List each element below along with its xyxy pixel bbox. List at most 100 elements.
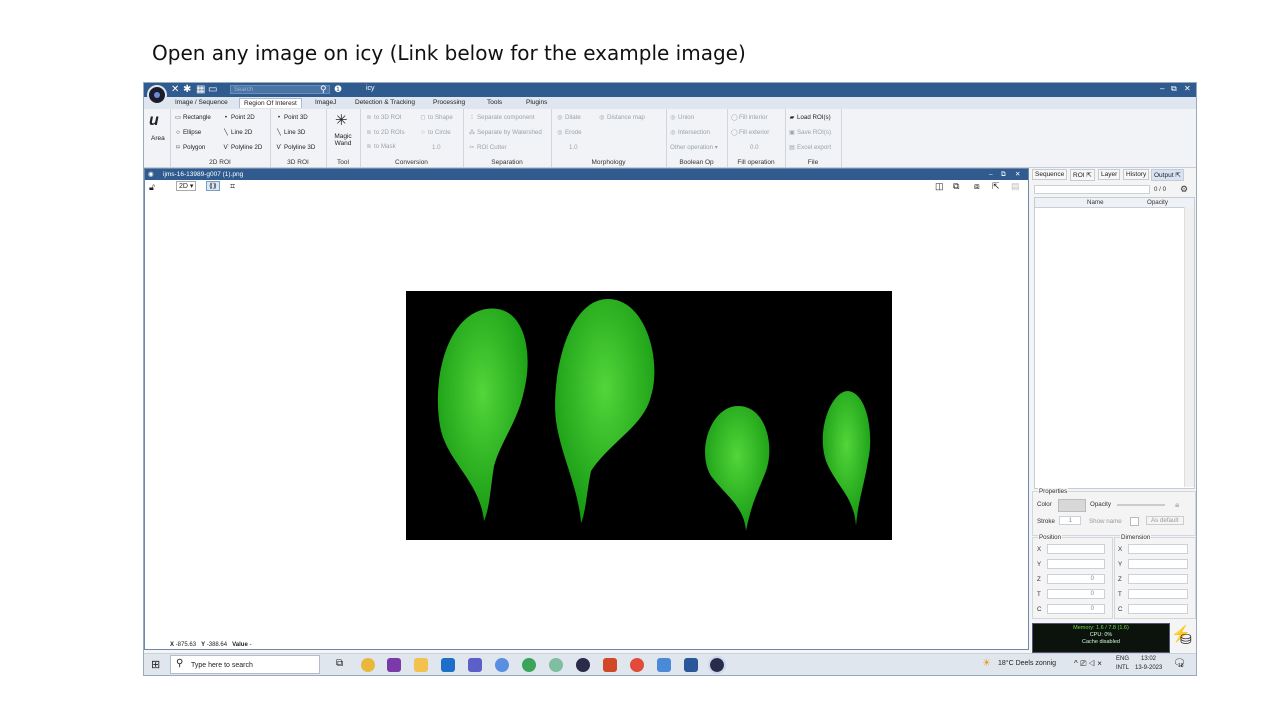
to-2d-rois-button[interactable]: ≋ to 2D ROIs [366, 129, 404, 136]
fill-exterior-button[interactable]: ◯Fill exterior [731, 129, 769, 136]
point2d-button[interactable]: • Point 2D [223, 114, 255, 121]
save-rois-button[interactable]: ▣ Save ROI(s) [789, 129, 831, 136]
roi-filter-input[interactable] [1034, 185, 1150, 194]
screenshot-icon[interactable]: ◫ [935, 181, 944, 192]
tab-processing[interactable]: Processing [433, 99, 465, 106]
duplicate-icon[interactable]: ⧉ [953, 181, 959, 192]
lock-icon[interactable]: 🔓︎ [149, 182, 155, 193]
show-name-checkbox[interactable] [1130, 517, 1139, 526]
roi-settings-icon[interactable]: ⚙ [1180, 184, 1188, 195]
position-x-input[interactable] [1047, 544, 1105, 554]
conversion-value[interactable]: 1.0 [432, 144, 441, 151]
taskbar-search[interactable]: Type here to search [170, 655, 320, 674]
position-z-input[interactable]: 0 [1047, 574, 1105, 584]
window-icon[interactable]: ▭ [208, 84, 217, 95]
copy-icon[interactable]: ⧈ [974, 181, 980, 192]
close-icon[interactable]: ✕ [1184, 84, 1191, 93]
to-mask-button[interactable]: ≋ to Mask [366, 143, 395, 150]
position-y-input[interactable] [1047, 559, 1105, 569]
other-operation-dropdown[interactable]: Other operation ▾ [670, 144, 718, 151]
database-icon[interactable]: ⛁ [1180, 631, 1192, 648]
stroke-input[interactable]: 1 [1059, 516, 1081, 525]
outlook-icon[interactable] [441, 658, 455, 672]
tab-output[interactable]: Output ⇱ [1151, 169, 1184, 181]
polyline3d-button[interactable]: Ѵ Polyline 3D [276, 144, 316, 151]
polyline2d-button[interactable]: Ѵ Polyline 2D [223, 144, 263, 151]
roi-cutter-button[interactable]: ✂ ROI Cutter [469, 144, 506, 151]
tools-icon[interactable]: ✕ [171, 84, 179, 95]
position-t-input[interactable]: 0 [1047, 589, 1105, 599]
chrome-2-icon[interactable] [630, 658, 644, 672]
distance-map-button[interactable]: ◎ Distance map [599, 114, 645, 121]
polygon-button[interactable]: ⌑ Polygon [175, 144, 205, 151]
tab-sequence[interactable]: Sequence [1032, 169, 1068, 180]
tab-imagej[interactable]: ImageJ [315, 99, 336, 106]
app-gear-icon[interactable] [549, 658, 563, 672]
area-icon[interactable]: u [149, 112, 159, 130]
icy-logo[interactable] [147, 85, 167, 105]
to-circle-button[interactable]: ○ to Circle [420, 129, 451, 136]
settings-icon[interactable]: ▤ [1011, 181, 1020, 192]
word-icon[interactable] [684, 658, 698, 672]
icy-taskbar-icon[interactable] [708, 656, 726, 674]
position-c-input[interactable]: 0 [1047, 604, 1105, 614]
search-input[interactable]: Search [230, 85, 330, 94]
fill-interior-button[interactable]: ◯Fill interior [731, 114, 768, 121]
line3d-button[interactable]: ╲ Line 3D [276, 129, 305, 136]
area-button[interactable]: Area [151, 135, 165, 142]
lock-small-icon[interactable]: 🔒︎ [1175, 500, 1179, 510]
fit-icon[interactable]: ⌗ [230, 181, 235, 192]
dimension-t-input[interactable] [1128, 589, 1188, 599]
dimension-y-input[interactable] [1128, 559, 1188, 569]
ellipse-button[interactable]: ○ Ellipse [175, 129, 201, 136]
dilate-button[interactable]: ◎ Dilate [557, 114, 581, 121]
morphology-value[interactable]: 1.0 [569, 144, 578, 151]
tab-plugins[interactable]: Plugins [526, 99, 547, 106]
app-check-icon[interactable] [657, 658, 671, 672]
detach-icon[interactable]: ⇱ [992, 181, 1000, 192]
dimension-z-input[interactable] [1128, 574, 1188, 584]
search-icon[interactable]: ⚲ [320, 84, 327, 95]
to-3d-roi-button[interactable]: ≋ to 3D ROI [366, 114, 401, 121]
tab-history[interactable]: History [1123, 169, 1150, 180]
tab-roi[interactable]: ROI ⇱ [1070, 169, 1095, 181]
minimize-icon[interactable]: – [1160, 84, 1164, 93]
erode-button[interactable]: ◎ Erode [557, 129, 581, 136]
separate-watershed-button[interactable]: ⁂ Separate by Watershed [469, 129, 542, 136]
magic-wand-icon[interactable]: ✳ [335, 111, 348, 129]
clock-date[interactable]: 13-9-2023 [1135, 665, 1162, 671]
excel-export-button[interactable]: ▤ Excel export [789, 144, 831, 151]
tab-tools[interactable]: Tools [487, 99, 502, 106]
explorer-icon[interactable] [414, 658, 428, 672]
plugin-icon[interactable]: ✱ [183, 84, 191, 95]
mode-dropdown[interactable]: 2D ▾ [176, 181, 197, 191]
lang-line-1[interactable]: ENG [1116, 656, 1129, 662]
tab-detection-tracking[interactable]: Detection & Tracking [355, 99, 415, 106]
rectangle-button[interactable]: ▭ Rectangle [175, 114, 211, 121]
intersection-button[interactable]: ◎ Intersection [670, 129, 710, 136]
to-shape-button[interactable]: ◻ to Shape [420, 114, 452, 121]
column-opacity[interactable]: Opacity [1147, 199, 1168, 206]
onenote-icon[interactable] [387, 658, 401, 672]
tab-region-of-interest[interactable]: Region Of Interest [239, 98, 302, 108]
weather-text[interactable]: 18°C Deels zonnig [998, 660, 1056, 667]
sync-icon[interactable]: ⟪⟫ [206, 181, 220, 191]
app-r-icon[interactable] [495, 658, 509, 672]
task-view-icon[interactable]: ⧉ [336, 658, 343, 669]
dimension-c-input[interactable] [1128, 604, 1188, 614]
opacity-slider[interactable] [1117, 504, 1165, 506]
as-default-button[interactable]: As default [1146, 516, 1184, 525]
clock-time[interactable]: 13:02 [1141, 656, 1156, 662]
app-green-icon[interactable] [522, 658, 536, 672]
union-button[interactable]: ◎ Union [670, 114, 694, 121]
restore-icon[interactable]: ⧉ [1171, 84, 1177, 94]
color-swatch[interactable] [1058, 499, 1086, 512]
viewer-minimize-icon[interactable]: – [989, 169, 993, 180]
app-icy-icon[interactable] [576, 658, 590, 672]
tab-layer[interactable]: Layer [1098, 169, 1121, 180]
roi-scrollbar[interactable] [1184, 207, 1194, 487]
viewer-close-icon[interactable]: ✕ [1015, 169, 1020, 180]
roi-table[interactable]: Name Opacity [1034, 197, 1195, 489]
magic-wand-button[interactable]: Magic Wand [331, 133, 355, 147]
chrome-icon[interactable] [361, 658, 375, 672]
